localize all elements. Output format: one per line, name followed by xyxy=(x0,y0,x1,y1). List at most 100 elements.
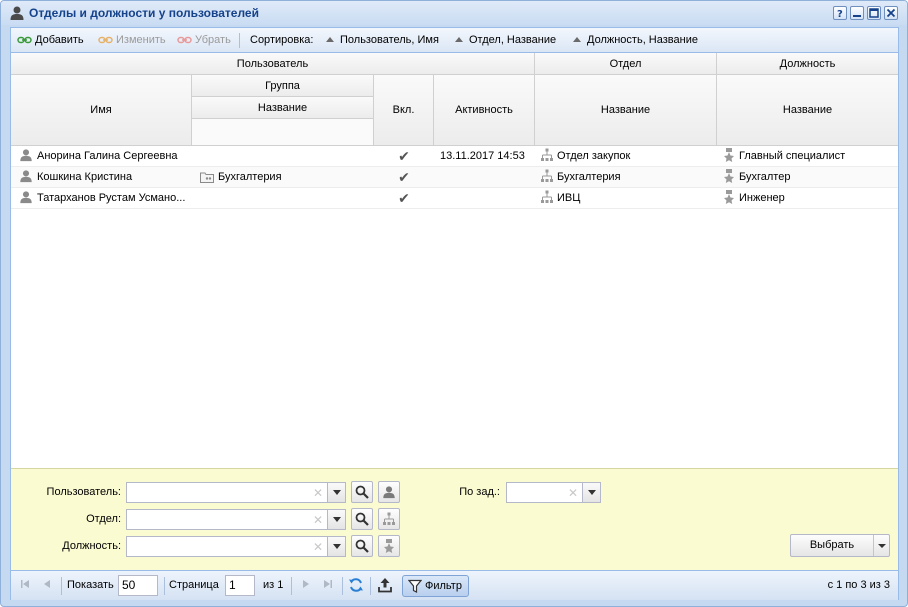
last-page-button[interactable] xyxy=(322,578,334,593)
page-size-input[interactable]: 50 xyxy=(118,575,158,596)
cell-name: Анорина Галина Сергеевна xyxy=(19,146,191,167)
add-button[interactable]: Добавить xyxy=(17,34,84,48)
cell-activity xyxy=(440,167,535,188)
header-pos-name[interactable]: Название xyxy=(717,75,898,146)
refresh-button[interactable] xyxy=(348,577,364,596)
first-page-icon xyxy=(21,580,29,588)
select-menu-arrow[interactable] xyxy=(875,540,889,552)
chevron-down-icon[interactable] xyxy=(327,483,345,502)
sort-user-label: Пользователь, Имя xyxy=(340,34,439,46)
dept-name: Бухгалтерия xyxy=(557,171,621,183)
filter-button[interactable]: Фильтр xyxy=(402,575,469,597)
window-title: Отделы и должности у пользователей xyxy=(29,6,259,20)
filter-pos-pick-button[interactable] xyxy=(378,535,400,557)
next-page-button[interactable] xyxy=(300,578,312,593)
cell-group xyxy=(200,188,370,209)
filter-dept-pick-button[interactable] xyxy=(378,508,400,530)
header-group-filler xyxy=(192,119,374,146)
header-enabled[interactable]: Вкл. xyxy=(374,75,434,146)
cell-activity xyxy=(440,188,535,209)
of-pages-label: из 1 xyxy=(263,579,284,591)
prev-page-icon xyxy=(44,580,50,588)
edit-button[interactable]: Изменить xyxy=(98,34,166,48)
prev-page-button[interactable] xyxy=(41,578,53,593)
table-row[interactable]: Кошкина Кристина Бухгалтерия ✔ Бухгалтер… xyxy=(11,167,898,188)
filter-dept-combo[interactable]: ✕ xyxy=(126,509,346,530)
filter-task-combo[interactable]: ✕ xyxy=(506,482,601,503)
filter-user-label: Пользователь: xyxy=(46,486,121,498)
close-button[interactable] xyxy=(884,6,898,20)
pos-name: Главный специалист xyxy=(739,150,846,162)
help-button[interactable]: ? xyxy=(833,6,847,20)
clear-icon[interactable]: ✕ xyxy=(313,487,323,499)
sort-pos-button[interactable]: Должность, Название xyxy=(573,34,698,48)
table-row[interactable]: Анорина Галина Сергеевна ✔ 13.11.2017 14… xyxy=(11,146,898,167)
filter-pos-search-button[interactable] xyxy=(351,535,373,557)
first-page-button[interactable] xyxy=(19,578,31,593)
org-structure-icon xyxy=(541,169,553,182)
sort-user-button[interactable]: Пользователь, Имя xyxy=(326,34,439,48)
maximize-button[interactable] xyxy=(867,6,881,20)
svg-text:?: ? xyxy=(837,9,843,19)
clear-icon[interactable]: ✕ xyxy=(313,541,323,553)
last-page-icon xyxy=(324,580,332,588)
header-name[interactable]: Имя xyxy=(11,75,192,146)
link-add-icon xyxy=(17,36,32,44)
sort-pos-label: Должность, Название xyxy=(587,34,698,46)
org-structure-icon xyxy=(541,190,553,203)
filter-pos-combo[interactable]: ✕ xyxy=(126,536,346,557)
user-icon xyxy=(383,486,395,499)
select-button[interactable]: Выбрать xyxy=(790,534,890,557)
title-bar[interactable]: Отделы и должности у пользователей ? xyxy=(1,1,907,25)
filter-dept-search-button[interactable] xyxy=(351,508,373,530)
paging-toolbar: Показать 50 Страница 1 из 1 Фильтр с 1 п… xyxy=(11,570,898,600)
next-page-icon xyxy=(303,580,309,588)
header-pos[interactable]: Должность xyxy=(717,53,898,75)
sort-asc-icon xyxy=(455,37,463,42)
sort-dept-button[interactable]: Отдел, Название xyxy=(455,34,556,48)
pos-name: Бухгалтер xyxy=(739,171,791,183)
filter-user-combo[interactable]: ✕ xyxy=(126,482,346,503)
clear-icon[interactable]: ✕ xyxy=(313,514,323,526)
header-dept[interactable]: Отдел xyxy=(535,53,717,75)
select-button-label: Выбрать xyxy=(809,539,855,551)
chevron-down-icon[interactable] xyxy=(327,537,345,556)
minimize-icon xyxy=(853,15,861,17)
cell-name: Кошкина Кристина xyxy=(19,167,191,188)
org-structure-icon xyxy=(383,512,395,525)
group-folder-icon xyxy=(200,172,214,183)
page-number-input[interactable]: 1 xyxy=(225,575,255,596)
filter-panel: Пользователь: ✕ Отдел: ✕ Должность: ✕ По… xyxy=(11,468,898,570)
badge-star-icon xyxy=(724,190,734,204)
paging-separator xyxy=(61,577,62,595)
org-structure-icon xyxy=(541,148,553,161)
clear-icon[interactable]: ✕ xyxy=(568,487,578,499)
minimize-button[interactable] xyxy=(850,6,864,20)
sort-asc-icon xyxy=(326,37,334,42)
close-icon xyxy=(886,8,896,18)
check-icon: ✔ xyxy=(398,190,410,206)
export-button[interactable] xyxy=(377,577,393,596)
group-name: Бухгалтерия xyxy=(218,171,282,183)
header-user[interactable]: Пользователь xyxy=(11,53,535,75)
chevron-down-icon[interactable] xyxy=(327,510,345,529)
sort-dept-label: Отдел, Название xyxy=(469,34,557,46)
header-dept-name[interactable]: Название xyxy=(535,75,717,146)
chevron-down-icon xyxy=(878,544,886,548)
filter-user-search-button[interactable] xyxy=(351,481,373,503)
header-activity[interactable]: Активность xyxy=(434,75,535,146)
user-name: Татарханов Рустам Усмано... xyxy=(37,192,186,204)
check-icon: ✔ xyxy=(398,169,410,185)
header-group[interactable]: Группа xyxy=(192,75,374,97)
remove-button[interactable]: Убрать xyxy=(177,34,231,48)
chevron-down-icon[interactable] xyxy=(582,483,600,502)
filter-user-pick-button[interactable] xyxy=(378,481,400,503)
header-group-name[interactable]: Название xyxy=(192,97,374,119)
search-icon xyxy=(355,512,369,526)
window: Отделы и должности у пользователей ? Доб… xyxy=(0,0,908,607)
check-icon: ✔ xyxy=(398,148,410,164)
cell-pos: Главный специалист xyxy=(723,146,895,167)
cell-name: Татарханов Рустам Усмано... xyxy=(19,188,191,209)
table-row[interactable]: Татарханов Рустам Усмано... ✔ ИВЦ Инжене… xyxy=(11,188,898,209)
cell-group: Бухгалтерия xyxy=(200,167,370,188)
